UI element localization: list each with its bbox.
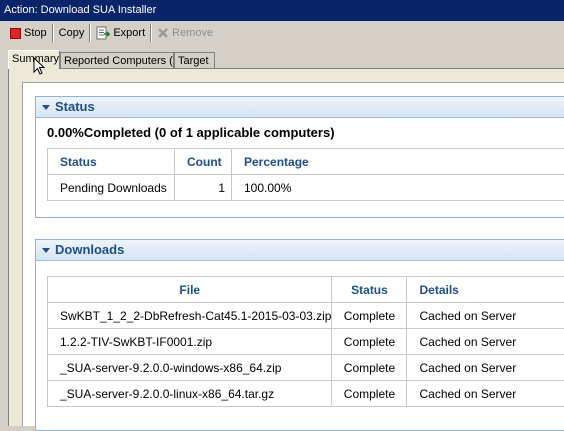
status-cell: Complete [332, 303, 407, 329]
details-cell: Cached on Server [407, 329, 564, 355]
export-icon [96, 26, 110, 40]
stop-label: Stop [24, 27, 47, 39]
window-title: Action: Download SUA Installer [0, 0, 564, 21]
export-label: Export [113, 27, 145, 39]
mouse-cursor-icon [33, 57, 47, 77]
downloads-section: Downloads File Status Details SwKBT_1_2_… [35, 239, 564, 431]
toolbar-separator [52, 24, 54, 42]
status-table-header: Status Count Percentage [48, 149, 564, 175]
count-cell: 1 [175, 175, 232, 201]
downloads-table: File Status Details SwKBT_1_2_2-DbRefres… [47, 276, 564, 407]
collapse-arrow-icon [42, 248, 50, 253]
remove-icon [157, 27, 169, 39]
tab-reported-computers-label: Reported Computers (1) [64, 55, 183, 67]
completion-summary: 0.00%Completed (0 of 1 applicable comput… [47, 125, 335, 140]
summary-content: Status 0.00%Completed (0 of 1 applicable… [22, 82, 564, 426]
details-cell: Cached on Server [407, 381, 564, 407]
remove-label: Remove [172, 27, 213, 39]
toolbar-separator [89, 24, 91, 42]
toolbar-separator [150, 24, 152, 42]
downloads-section-header[interactable]: Downloads [36, 240, 564, 261]
status-cell: Complete [332, 381, 407, 407]
copy-button[interactable]: Copy [55, 23, 89, 43]
status-section-title: Status [55, 97, 95, 117]
tab-bar: Summary Reported Computers (1) Target [0, 50, 564, 68]
status-table: Status Count Percentage Pending Download… [47, 148, 564, 201]
status-section: Status 0.00%Completed (0 of 1 applicable… [35, 96, 564, 218]
column-header-details[interactable]: Details [407, 277, 564, 303]
table-row[interactable]: Pending Downloads 1 100.00% [48, 175, 564, 201]
status-section-header[interactable]: Status [36, 97, 564, 118]
collapse-arrow-icon [42, 105, 50, 110]
column-header-count[interactable]: Count [175, 149, 232, 175]
table-row[interactable]: 1.2.2-TIV-SwKBT-IF0001.zip Complete Cach… [48, 329, 564, 355]
column-header-file[interactable]: File [48, 277, 332, 303]
percentage-cell: 100.00% [232, 175, 564, 201]
status-cell: Complete [332, 329, 407, 355]
status-cell: Complete [332, 355, 407, 381]
table-row[interactable]: _SUA-server-9.2.0.0-windows-x86_64.zip C… [48, 355, 564, 381]
file-cell: SwKBT_1_2_2-DbRefresh-Cat45.1-2015-03-03… [48, 303, 332, 329]
downloads-table-header: File Status Details [48, 277, 564, 303]
file-cell: _SUA-server-9.2.0.0-linux-x86_64.tar.gz [48, 381, 332, 407]
status-cell: Pending Downloads [48, 175, 175, 201]
column-header-percentage[interactable]: Percentage [232, 149, 564, 175]
tab-target-label: Target [178, 55, 209, 67]
tab-target[interactable]: Target [174, 52, 215, 68]
tab-content-panel: Status 0.00%Completed (0 of 1 applicable… [8, 68, 564, 426]
downloads-section-title: Downloads [55, 240, 124, 260]
tab-reported-computers[interactable]: Reported Computers (1) [60, 52, 174, 68]
table-row[interactable]: _SUA-server-9.2.0.0-linux-x86_64.tar.gz … [48, 381, 564, 407]
table-row[interactable]: SwKBT_1_2_2-DbRefresh-Cat45.1-2015-03-03… [48, 303, 564, 329]
details-cell: Cached on Server [407, 355, 564, 381]
file-cell: 1.2.2-TIV-SwKBT-IF0001.zip [48, 329, 332, 355]
stop-button[interactable]: Stop [6, 23, 51, 43]
column-header-status[interactable]: Status [48, 149, 175, 175]
stop-icon [10, 28, 21, 39]
file-cell: _SUA-server-9.2.0.0-windows-x86_64.zip [48, 355, 332, 381]
details-cell: Cached on Server [407, 303, 564, 329]
copy-label: Copy [59, 27, 85, 39]
export-button[interactable]: Export [92, 23, 149, 43]
remove-button[interactable]: Remove [153, 23, 217, 43]
column-header-status[interactable]: Status [332, 277, 407, 303]
toolbar: Stop Copy Export Remove [0, 21, 564, 45]
